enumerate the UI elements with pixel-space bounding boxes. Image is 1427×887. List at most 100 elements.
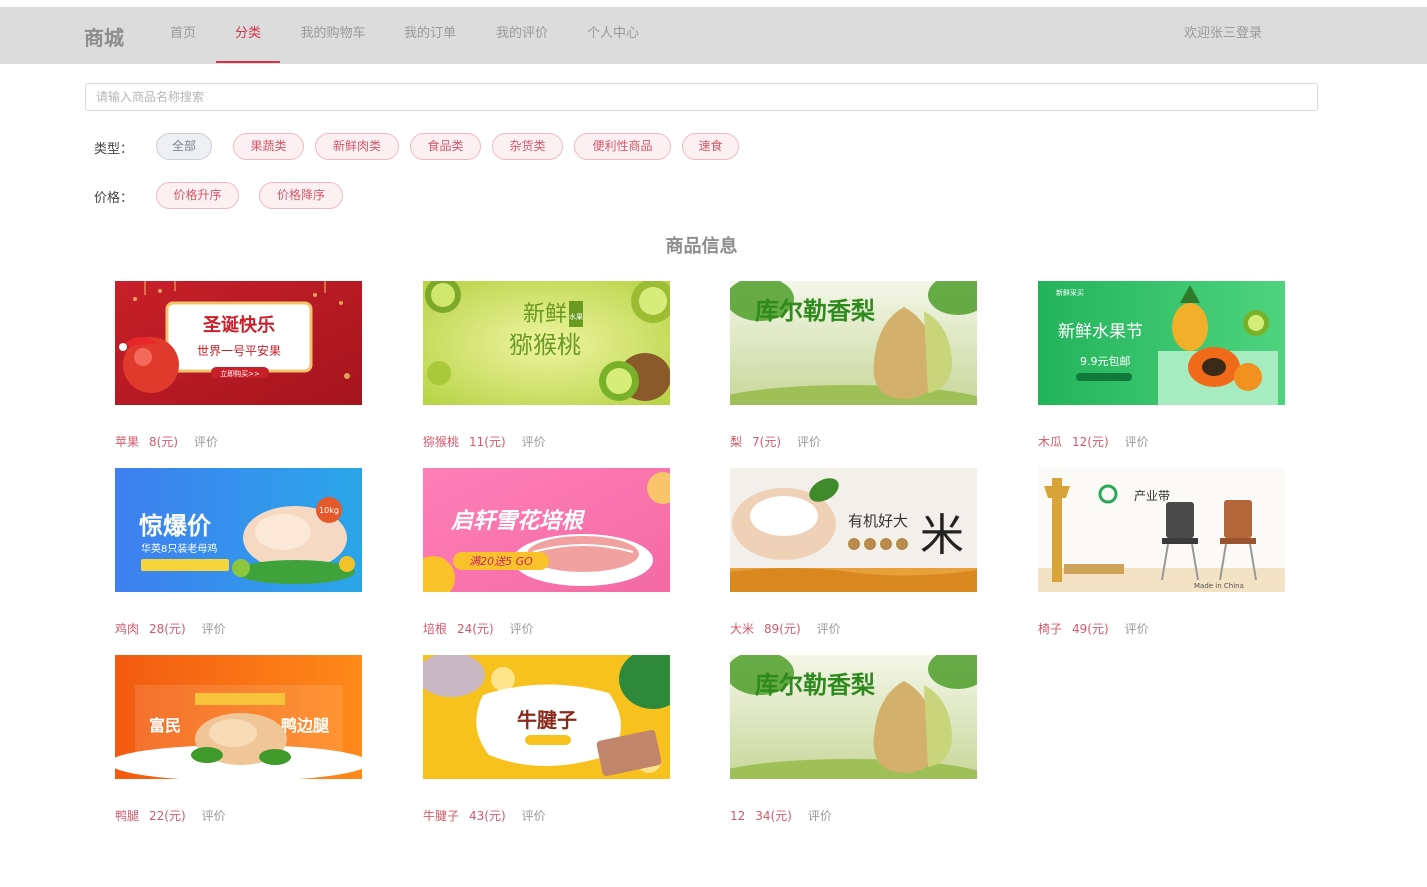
product-card: 富民 鸭边腿 鸭腿 22(元) 评价 [115, 655, 362, 824]
product-name[interactable]: 椅子 [1038, 622, 1062, 636]
review-link[interactable]: 评价 [202, 622, 226, 636]
banner-text: 新鲜 [523, 302, 567, 327]
site-logo[interactable]: 商城 [84, 22, 124, 51]
banner-text: 9.9元包邮 [1080, 355, 1131, 368]
product-card: 新鲜 猕猴桃 水果 猕猴桃 11(元) 评价 [423, 281, 670, 450]
review-link[interactable]: 评价 [1125, 435, 1149, 449]
product-price: 7(元) [752, 435, 782, 449]
product-price: 34(元) [755, 809, 792, 823]
price-chip-descending[interactable]: 价格降序 [259, 182, 343, 209]
banner-text: 惊爆价 [139, 512, 212, 540]
product-name[interactable]: 梨 [730, 435, 742, 449]
review-link[interactable]: 评价 [202, 809, 226, 823]
product-price: 8(元) [149, 435, 179, 449]
product-name[interactable]: 牛腱子 [423, 809, 459, 823]
banner-text: 猕猴桃 [509, 331, 581, 359]
nav-item-cart[interactable]: 我的购物车 [290, 7, 376, 61]
review-link[interactable]: 评价 [510, 622, 534, 636]
banner-text: 富民 [149, 716, 181, 735]
product-card: 新鲜采买 新鲜水果节 9.9元包邮 木瓜 12(元) 评价 [1038, 281, 1285, 450]
product-name[interactable]: 鸡肉 [115, 622, 139, 636]
product-name[interactable]: 木瓜 [1038, 435, 1062, 449]
product-name[interactable]: 鸭腿 [115, 809, 139, 823]
review-link[interactable]: 评价 [194, 435, 218, 449]
product-card: 产业带 Made in China 椅子 49(元) 评价 [1038, 468, 1285, 637]
banner-text: 库尔勒香梨 [755, 297, 875, 325]
product-card: 库尔勒香梨 12 34(元) 评价 [730, 655, 977, 824]
banner-text: 库尔勒香梨 [755, 671, 875, 699]
product-image-rice[interactable]: 有机好大 米 [730, 468, 977, 592]
product-card: 牛腱子 牛腱子 43(元) 评价 [423, 655, 670, 824]
banner-text: Made in China [1194, 582, 1244, 590]
product-card: 圣诞快乐 世界一号平安果 立即购买>> 苹果 8(元) 评价 [115, 281, 362, 450]
product-name[interactable]: 培根 [423, 622, 447, 636]
banner-text: 有机好大 [848, 512, 908, 530]
section-title: 商品信息 [665, 236, 738, 257]
review-link[interactable]: 评价 [522, 809, 546, 823]
product-name[interactable]: 猕猴桃 [423, 435, 459, 449]
banner-text: 产业带 [1134, 489, 1170, 503]
banner-text: 米 [920, 510, 964, 561]
type-chip-fruit-veg[interactable]: 果蔬类 [233, 133, 304, 160]
product-image-beef-shank[interactable]: 牛腱子 [423, 655, 670, 779]
product-image-apple[interactable]: 圣诞快乐 世界一号平安果 立即购买>> [115, 281, 362, 405]
product-name[interactable]: 12 [730, 809, 745, 823]
nav-item-orders[interactable]: 我的订单 [396, 7, 464, 61]
review-link[interactable]: 评价 [522, 435, 546, 449]
product-card: 有机好大 米 大米 89(元) 评价 [730, 468, 977, 637]
type-chip-fast-food[interactable]: 速食 [682, 133, 739, 160]
product-price: 49(元) [1072, 622, 1109, 636]
product-card: 启轩雪花培根 满20送5 GO 培根 24(元) 评价 [423, 468, 670, 637]
product-price: 11(元) [469, 435, 506, 449]
banner-text: 华英8只装老母鸡 [141, 542, 217, 555]
banner-text: 10kg [319, 506, 339, 515]
product-image-kiwi[interactable]: 新鲜 猕猴桃 水果 [423, 281, 670, 405]
product-price: 89(元) [764, 622, 801, 636]
top-nav-bar: 商城 首页 分类 我的购物车 我的订单 我的评价 个人中心 欢迎张三登录 [0, 7, 1427, 64]
banner-text: 新鲜采买 [1056, 288, 1084, 297]
review-link[interactable]: 评价 [797, 435, 821, 449]
banner-text: 满20送5 GO [469, 555, 533, 568]
product-price: 22(元) [149, 809, 186, 823]
price-chip-ascending[interactable]: 价格升序 [156, 182, 239, 209]
banner-text: 新鲜水果节 [1058, 322, 1143, 342]
type-chip-all[interactable]: 全部 [156, 133, 212, 160]
nav-item-profile[interactable]: 个人中心 [578, 7, 648, 61]
type-chip-convenience[interactable]: 便利性商品 [574, 133, 671, 160]
banner-text: 牛腱子 [517, 708, 577, 732]
product-image-duck-leg[interactable]: 富民 鸭边腿 [115, 655, 362, 779]
type-filter-label: 类型： [94, 142, 134, 157]
banner-text: 圣诞快乐 [202, 314, 275, 336]
nav-item-home[interactable]: 首页 [160, 7, 206, 61]
product-price: 43(元) [469, 809, 506, 823]
type-chip-groceries[interactable]: 杂货类 [492, 133, 563, 160]
banner-text: 立即购买>> [220, 369, 260, 378]
product-image-chicken[interactable]: 10kg 惊爆价 华英8只装老母鸡 [115, 468, 362, 592]
product-price: 28(元) [149, 622, 186, 636]
product-price: 24(元) [457, 622, 494, 636]
banner-text: 水果 [569, 312, 583, 321]
banner-text: 启轩雪花培根 [450, 508, 586, 534]
product-image-chair[interactable]: 产业带 Made in China [1038, 468, 1285, 592]
product-price: 12(元) [1072, 435, 1109, 449]
product-card: 库尔勒香梨 梨 7(元) 评价 [730, 281, 977, 450]
product-image-pear[interactable]: 库尔勒香梨 [730, 281, 977, 405]
banner-text: 鸭边腿 [281, 716, 329, 735]
type-chip-fresh-meat[interactable]: 新鲜肉类 [315, 133, 399, 160]
product-name[interactable]: 苹果 [115, 435, 139, 449]
type-chip-food[interactable]: 食品类 [410, 133, 481, 160]
product-name[interactable]: 大米 [730, 622, 754, 636]
price-filter-label: 价格： [94, 191, 134, 206]
review-link[interactable]: 评价 [808, 809, 832, 823]
nav-item-category[interactable]: 分类 [216, 7, 280, 63]
search-input[interactable] [85, 83, 1318, 111]
product-image-papaya[interactable]: 新鲜采买 新鲜水果节 9.9元包邮 [1038, 281, 1285, 405]
product-card: 10kg 惊爆价 华英8只装老母鸡 鸡肉 28(元) 评价 [115, 468, 362, 637]
review-link[interactable]: 评价 [1125, 622, 1149, 636]
product-image-pear-2[interactable]: 库尔勒香梨 [730, 655, 977, 779]
welcome-login-link[interactable]: 欢迎张三登录 [1184, 7, 1262, 61]
nav-item-reviews[interactable]: 我的评价 [486, 7, 558, 61]
review-link[interactable]: 评价 [817, 622, 841, 636]
product-image-bacon[interactable]: 启轩雪花培根 满20送5 GO [423, 468, 670, 592]
banner-text: 世界一号平安果 [197, 343, 281, 358]
